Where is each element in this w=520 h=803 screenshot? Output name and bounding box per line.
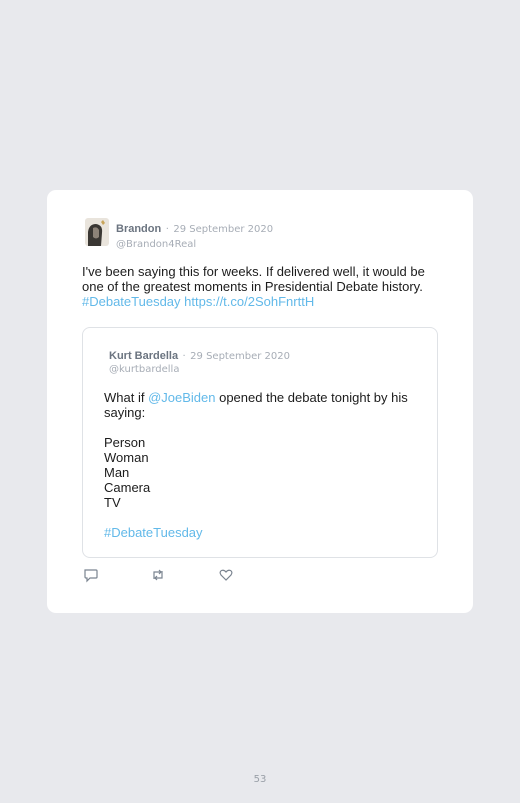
tweet-text: I've been saying this for weeks. If deli… xyxy=(82,264,442,309)
hashtag-link[interactable]: #DebateTuesday xyxy=(82,294,181,309)
quoted-tweet-date[interactable]: 29 September 2020 xyxy=(190,351,290,362)
list-item: Man xyxy=(104,465,130,480)
author-name[interactable]: Brandon xyxy=(116,223,161,235)
quoted-hashtag-link[interactable]: #DebateTuesday xyxy=(104,525,424,540)
quoted-intro-text: What if xyxy=(104,390,149,405)
author-handle[interactable]: @Brandon4Real xyxy=(116,239,273,250)
tweet-card: Brandon · 29 September 2020 @Brandon4Rea… xyxy=(47,190,473,613)
avatar[interactable] xyxy=(85,218,109,246)
separator-dot: · xyxy=(165,224,169,235)
list-item: Person xyxy=(104,435,146,450)
quoted-author-handle[interactable]: @kurtbardella xyxy=(109,364,290,375)
like-icon[interactable] xyxy=(218,567,234,583)
tweet-text-line: one of the greatest moments in President… xyxy=(82,279,423,294)
list-item: Camera xyxy=(104,480,151,495)
list-item: Woman xyxy=(104,450,149,465)
mention-link[interactable]: @JoeBiden xyxy=(148,390,215,405)
quoted-tweet-text: What if @JoeBiden opened the debate toni… xyxy=(104,390,424,540)
quoted-author-info: Kurt Bardella · 29 September 2020 @kurtb… xyxy=(109,346,290,375)
tweet-date[interactable]: 29 September 2020 xyxy=(173,224,273,235)
tweet-text-line: I've been saying this for weeks. If deli… xyxy=(82,264,425,279)
quoted-author-name[interactable]: Kurt Bardella xyxy=(109,350,178,362)
list-item: TV xyxy=(104,495,121,510)
retweet-icon[interactable] xyxy=(150,567,166,583)
reply-icon[interactable] xyxy=(83,567,99,583)
page-number: 53 xyxy=(253,774,267,785)
avatar-image xyxy=(85,218,109,246)
url-link[interactable]: https://t.co/2SohFnrttH xyxy=(184,294,314,309)
separator-dot: · xyxy=(182,351,186,362)
author-info: Brandon · 29 September 2020 @Brandon4Rea… xyxy=(116,219,273,250)
quoted-tweet[interactable]: Kurt Bardella · 29 September 2020 @kurtb… xyxy=(82,327,438,558)
